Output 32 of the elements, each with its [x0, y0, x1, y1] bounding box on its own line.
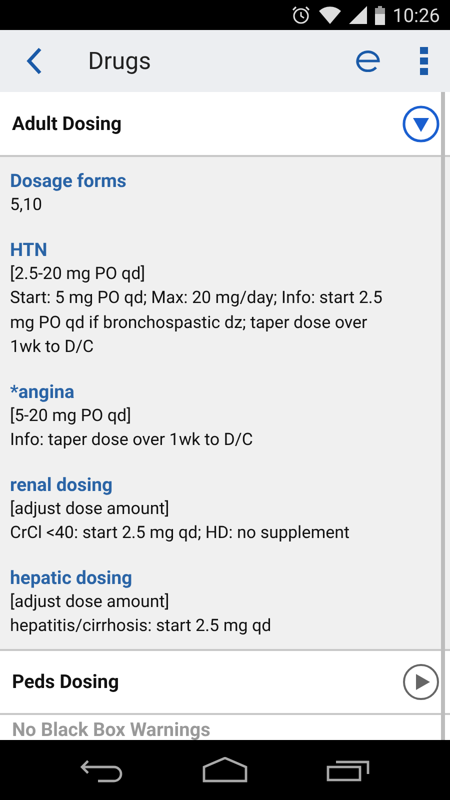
- recent-apps-icon: [326, 758, 370, 782]
- section-title: Adult Dosing: [12, 112, 123, 135]
- dosing-heading: *angina: [10, 380, 76, 404]
- dosing-heading: HTN: [10, 238, 48, 262]
- return-arrow-icon: [80, 757, 124, 783]
- dosing-text: [adjust dose amount]: [10, 590, 170, 614]
- letter-e-logo: [355, 50, 381, 72]
- dosing-text: CrCl <40: start 2.5 mg qd; HD: no supplement: [10, 522, 351, 545]
- dosing-text: [5-20 mg PO qd]: [10, 404, 132, 428]
- dosing-heading: Dosage forms: [10, 169, 128, 193]
- collapse-icon[interactable]: [402, 104, 440, 142]
- home-icon: [202, 757, 248, 783]
- dosing-text: Start: 5 mg PO qd; Max: 20 mg/day; Info: start 2.5 mg PO qd if bronchospastic dz; taper dose over 1wk to D/C: [10, 287, 384, 359]
- section-title: Peds Dosing: [12, 670, 120, 693]
- expand-icon[interactable]: [402, 662, 440, 700]
- wifi-icon: [318, 6, 341, 24]
- signal-icon: [348, 6, 367, 24]
- alarm-icon: [290, 5, 311, 25]
- dosing-text: hepatitis/cirrhosis: start 2.5 mg qd: [10, 615, 272, 638]
- chevron-left-icon: [26, 47, 42, 75]
- dosing-heading: hepatic dosing: [10, 566, 134, 590]
- section-header[interactable]: Peds Dosing: [0, 650, 450, 714]
- dosing-text: Info: taper dose over 1wk to D/C: [10, 429, 254, 452]
- scrollbar[interactable]: [441, 92, 445, 740]
- clock: 10:26: [392, 4, 440, 26]
- dosing-heading: renal dosing: [10, 472, 114, 496]
- dosing-text: [2.5-20 mg PO qd]: [10, 262, 146, 286]
- toolbar-title: Drugs: [88, 47, 152, 75]
- battery-icon: [374, 6, 385, 24]
- dosing-text: 5,10: [10, 194, 44, 217]
- dosing-text: [adjust dose amount]: [10, 498, 170, 520]
- section-title: No Black Box Warnings: [12, 718, 212, 740]
